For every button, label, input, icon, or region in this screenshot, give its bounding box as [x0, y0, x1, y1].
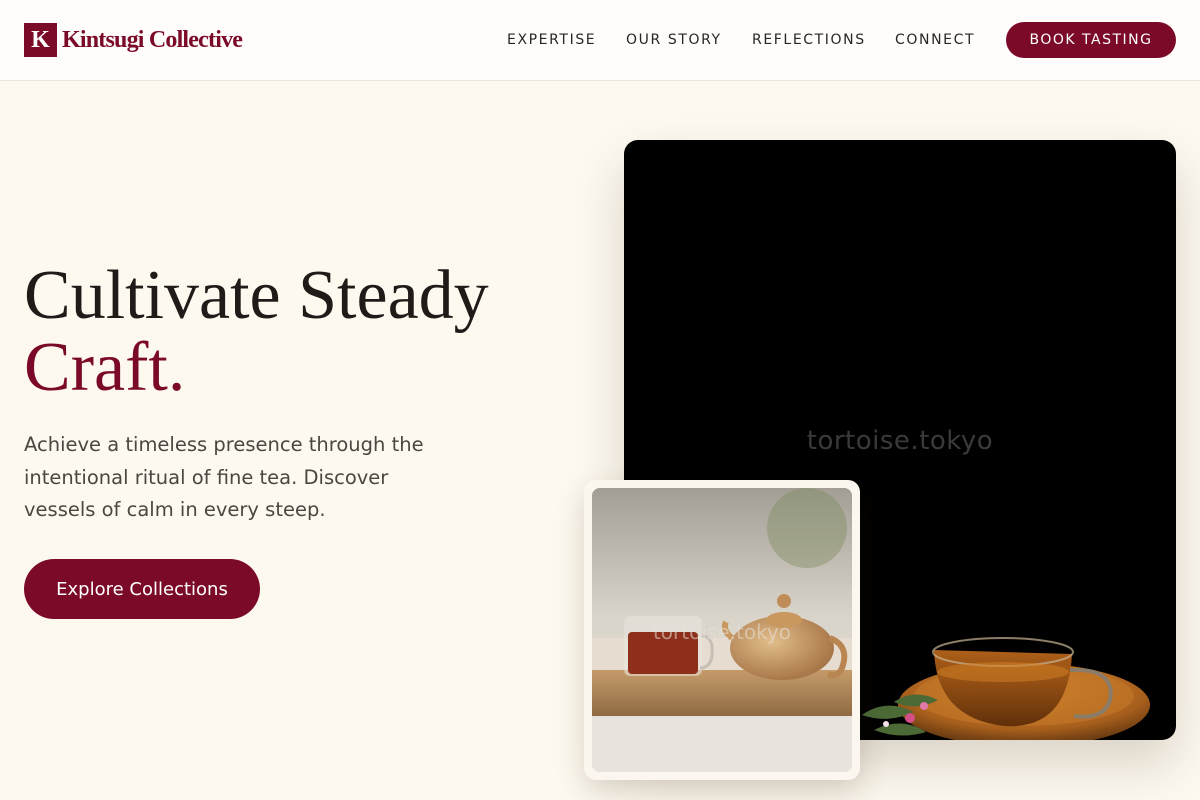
headline-line-1: Cultivate Steady [24, 257, 489, 334]
logo-link[interactable]: K Kintsugi Collective [24, 23, 243, 57]
inset-image-teapot: tortoise.tokyo [592, 488, 852, 772]
book-tasting-button[interactable]: BOOK TASTING [1006, 22, 1176, 58]
inset-image-watermark: tortoise.tokyo [652, 620, 792, 644]
nav-link-connect[interactable]: CONNECT [895, 31, 975, 49]
hero-subcopy: Achieve a timeless presence through the … [24, 433, 424, 521]
hero-headline: Cultivate Steady Craft. [24, 260, 489, 404]
nav-link-expertise[interactable]: EXPERTISE [507, 31, 596, 49]
main-image-watermark: tortoise.tokyo [806, 426, 994, 456]
headline-line-2: Craft. [24, 329, 186, 406]
inset-image-frame: tortoise.tokyo [584, 480, 860, 780]
explore-collections-button[interactable]: Explore Collections [24, 559, 260, 619]
brand-name: Kintsugi Collective [62, 26, 243, 53]
logo-mark: K [24, 23, 57, 57]
site-header: K Kintsugi Collective EXPERTISE OUR STOR… [0, 0, 1200, 81]
nav-link-our-story[interactable]: OUR STORY [626, 31, 722, 49]
nav-link-reflections[interactable]: REFLECTIONS [752, 31, 866, 49]
